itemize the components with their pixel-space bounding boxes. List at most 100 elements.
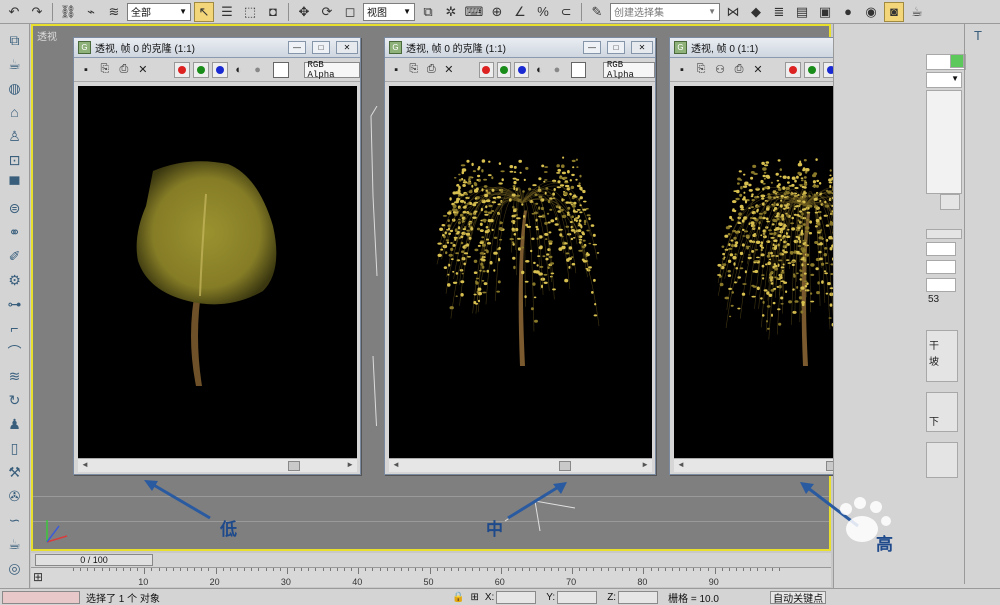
save-icon[interactable]: ▪	[78, 62, 94, 78]
hammer-icon[interactable]: T	[974, 28, 982, 43]
scroll-thumb[interactable]	[288, 461, 300, 471]
parameters-rollout-header[interactable]	[926, 229, 962, 239]
close-button[interactable]: ✕	[631, 41, 653, 54]
layer-manager-icon[interactable]: ≣	[769, 2, 789, 22]
key-filter-icon[interactable]: ⊞	[33, 570, 43, 584]
undo-icon[interactable]: ↶	[4, 2, 24, 22]
maxscript-listener[interactable]	[2, 590, 80, 604]
minimize-button[interactable]: —	[288, 41, 306, 54]
scroll-left-icon[interactable]: ◄	[81, 460, 89, 469]
figure-icon[interactable]: ♟	[4, 414, 26, 434]
rect-selection-icon[interactable]: ⬚	[240, 2, 260, 22]
display-channel-select[interactable]: RGB Alpha	[602, 60, 655, 80]
lock-icon[interactable]: 🔒	[452, 592, 464, 603]
align-icon[interactable]: ◆	[746, 2, 766, 22]
maximize-button[interactable]: □	[607, 41, 625, 54]
modifier-stack-list[interactable]	[926, 90, 962, 194]
clear-icon[interactable]: ✕	[135, 62, 151, 78]
render-setup-icon[interactable]: ◉	[861, 2, 881, 22]
display-channel-select[interactable]: RGB Alpha	[303, 60, 360, 80]
plane-icon[interactable]: ⌐	[4, 318, 26, 338]
biped-icon[interactable]: ♙	[4, 126, 26, 146]
scroll-thumb[interactable]	[559, 461, 571, 471]
blue-channel-button[interactable]	[514, 61, 530, 78]
scroll-left-icon[interactable]: ◄	[677, 460, 685, 469]
absolute-mode-icon[interactable]: ⊞	[470, 592, 478, 603]
rotate-icon[interactable]: ⟳	[317, 2, 337, 22]
copy-icon[interactable]: ⎘	[97, 62, 113, 78]
maximize-button[interactable]: □	[312, 41, 330, 54]
object-color-swatch[interactable]	[950, 54, 964, 68]
select-object-icon[interactable]: ↖	[194, 1, 214, 22]
gear-icon[interactable]: ⚙	[4, 270, 26, 290]
copy-icon[interactable]: ⎘	[407, 62, 422, 78]
horizontal-scrollbar[interactable]: ◄ ►	[389, 458, 652, 472]
quick-render-icon[interactable]: ☕	[907, 2, 927, 22]
green-channel-button[interactable]	[192, 61, 209, 78]
manipulate-icon[interactable]: ✲	[441, 2, 461, 22]
vertex-icon[interactable]: ⊡	[4, 150, 26, 170]
render-window-medium[interactable]: G 透视, 帧 0 的克隆 (1:1) — □ ✕ ▪ ⎘ ⎙ ✕ ◐ ● RG…	[384, 37, 656, 475]
clear-icon[interactable]: ✕	[442, 62, 457, 78]
percent-snap-icon[interactable]: %	[533, 2, 553, 22]
minimize-button[interactable]: —	[583, 41, 601, 54]
mono-icon[interactable]: ●	[250, 62, 266, 78]
named-selection-select[interactable]: 创建选择集 ▼	[610, 2, 720, 21]
color-swatch[interactable]	[571, 61, 586, 78]
configure-sets-button[interactable]	[940, 194, 960, 210]
redo-icon[interactable]: ↷	[27, 2, 47, 22]
loop-icon[interactable]: ↻	[4, 390, 26, 410]
bone-icon[interactable]: ⚭	[4, 222, 26, 242]
keyboard-shortcut-icon[interactable]: ⌨	[464, 2, 484, 22]
x-coordinate-field[interactable]	[496, 590, 537, 604]
spinner-snap-icon[interactable]: ⊂	[556, 2, 576, 22]
teapot-icon[interactable]: ☕	[4, 534, 26, 554]
reference-coord-select[interactable]: 视图 ▼	[363, 2, 415, 21]
render-window-low[interactable]: G 透视, 帧 0 的克隆 (1:1) — □ ✕ ▪ ⎘ ⎙ ✕ ◐ ● RG…	[73, 37, 361, 475]
cylinder-icon[interactable]: ⊜	[4, 198, 26, 218]
horizontal-scrollbar[interactable]: ◄ ►	[78, 458, 357, 472]
sphere-icon[interactable]: ◍	[4, 78, 26, 98]
frame-counter[interactable]: 0 / 100	[35, 554, 153, 566]
save-icon[interactable]: ▪	[674, 62, 690, 78]
blue-channel-button[interactable]	[211, 61, 228, 78]
angle-snap-icon[interactable]: ∠	[510, 2, 530, 22]
track-bar[interactable]: ⊞ 10 20 30 40 50 60 70 80 90	[31, 567, 831, 587]
scroll-right-icon[interactable]: ►	[346, 460, 354, 469]
scroll-right-icon[interactable]: ►	[641, 460, 649, 469]
render-window-titlebar[interactable]: G 透视, 帧 0 的克隆 (1:1) — □ ✕	[385, 38, 655, 58]
param-spinner[interactable]	[926, 242, 956, 256]
z-coordinate-field[interactable]	[618, 590, 659, 604]
print-icon[interactable]: ⎙	[424, 62, 439, 78]
save-icon[interactable]: ▪	[389, 62, 404, 78]
edit-named-selection-icon[interactable]: ✎	[587, 2, 607, 22]
clear-icon[interactable]: ✕	[750, 62, 766, 78]
red-channel-button[interactable]	[173, 61, 190, 78]
mono-icon[interactable]: ●	[550, 62, 565, 78]
bind-spacewarp-icon[interactable]: ≋	[104, 2, 124, 22]
param-spinner[interactable]	[926, 260, 956, 274]
modifier-list-select[interactable]: ▼	[926, 72, 962, 88]
render-frame-icon[interactable]: ◙	[884, 1, 904, 22]
time-slider[interactable]: 0 / 100	[31, 553, 831, 567]
material-editor-icon[interactable]: ●	[838, 2, 858, 22]
mirror-icon[interactable]: ⋈	[723, 2, 743, 22]
scale-icon[interactable]: ◻	[340, 2, 360, 22]
param-spinner[interactable]	[926, 278, 956, 292]
create-box-icon[interactable]: ⧉	[4, 30, 26, 50]
teapot-icon[interactable]: ☕	[4, 54, 26, 74]
red-channel-button[interactable]	[479, 61, 494, 78]
red-channel-button[interactable]	[785, 61, 801, 78]
green-channel-button[interactable]	[496, 61, 512, 78]
select-by-name-icon[interactable]: ☰	[217, 2, 237, 22]
shell-icon[interactable]: ⌒	[4, 342, 26, 362]
clone-window-icon[interactable]: ⚇	[712, 62, 728, 78]
print-icon[interactable]: ⎙	[731, 62, 747, 78]
pivot-center-icon[interactable]: ⧉	[418, 2, 438, 22]
copy-icon[interactable]: ⎘	[693, 62, 709, 78]
y-coordinate-field[interactable]	[557, 590, 598, 604]
curve-editor-icon[interactable]: ▤	[792, 2, 812, 22]
move-icon[interactable]: ✥	[294, 2, 314, 22]
wave-icon[interactable]: ≋	[4, 366, 26, 386]
hierarchy-icon[interactable]: ⌂	[4, 102, 26, 122]
